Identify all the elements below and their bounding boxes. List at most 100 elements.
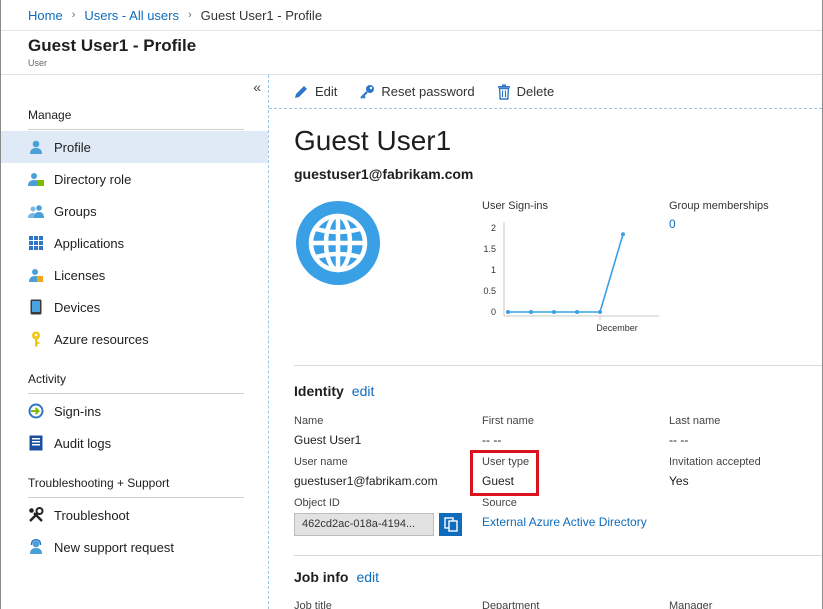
name-label: Name [294,415,324,427]
sidebar-item-label: Devices [54,299,101,315]
section-divider [28,129,244,130]
breadcrumb-home-link[interactable]: Home [28,8,63,23]
job-title-label: Job title [294,600,332,609]
job-info-section-title: Job info edit [294,569,379,585]
sidebar-item-label: Profile [54,139,91,155]
copy-icon [443,517,458,532]
chart-y-tick-label: 0.5 [483,286,496,296]
department-label: Department [482,600,540,609]
command-bar: Edit Reset password Delete [269,75,822,109]
group-memberships-count-link[interactable]: 0 [669,217,676,231]
breadcrumb-current: Guest User1 - Profile [200,7,323,23]
invitation-accepted-label: Invitation accepted [669,456,761,468]
sidebar-item-troubleshoot[interactable]: Troubleshoot [1,499,268,531]
sidebar-item-licenses[interactable]: Licenses [1,259,268,291]
sidebar-item-sign-ins[interactable]: Sign-ins [1,395,268,427]
edit-button-label: Edit [315,84,338,99]
chart-point [598,310,602,314]
user-name-value: guestuser1@fabrikam.com [294,474,438,488]
last-name-value: -- -- [669,433,689,447]
role-icon [28,171,44,187]
chart-x-tick-label: December [596,323,638,333]
portal-window: Home › Users - All users › Guest User1 -… [0,0,823,609]
sidebar-item-label: Audit logs [54,435,112,451]
page-title: Guest User1 - Profile [28,36,197,55]
group-memberships-label: Group memberships [669,200,769,212]
object-id-label: Object ID [294,497,340,509]
sidebar-item-label: Groups [54,203,97,219]
sidebar-item-applications[interactable]: Applications [1,227,268,259]
job-info-edit-link[interactable]: edit [356,569,379,585]
identity-title: Identity [294,383,344,399]
page-subtitle: User [28,58,48,68]
identity-edit-link[interactable]: edit [352,383,375,399]
user-name-label: User name [294,456,348,468]
device-icon [28,299,44,315]
first-name-label: First name [482,415,534,427]
breadcrumb-users-link[interactable]: Users - All users [84,8,179,23]
job-info-title: Job info [294,569,349,585]
collapse-sidebar-button[interactable]: « [253,79,261,95]
chart-point [529,310,533,314]
source-value-link[interactable]: External Azure Active Directory [482,515,647,529]
name-value: Guest User1 [294,433,362,447]
apps-grid-icon [28,235,44,251]
section-divider [294,555,822,556]
groups-icon [28,203,44,219]
sidebar-item-devices[interactable]: Devices [1,291,268,323]
audit-log-icon [28,435,44,451]
sidebar-item-azure-resources[interactable]: Azure resources [1,323,268,355]
key-icon [360,84,375,99]
chart-point [575,310,579,314]
chart-y-tick-label: 1.5 [483,244,496,254]
section-troubleshooting-title: Troubleshooting + Support [28,476,170,490]
copy-object-id-button[interactable] [439,513,462,536]
sign-ins-chart[interactable]: 2 1.5 1 0.5 0 December [474,215,664,343]
chart-point [552,310,556,314]
pencil-icon [295,85,307,98]
sidebar-item-directory-role[interactable]: Directory role [1,163,268,195]
section-divider [28,497,244,498]
chart-series-line [508,234,624,313]
delete-button[interactable]: Delete [497,84,555,100]
identity-section-title: Identity edit [294,383,374,399]
key-icon [28,331,44,347]
sidebar-item-label: Troubleshoot [54,507,130,523]
sidebar-item-groups[interactable]: Groups [1,195,268,227]
trash-icon [497,84,510,100]
source-label: Source [482,497,517,509]
edit-button[interactable]: Edit [293,84,337,100]
sidebar-item-label: Applications [54,235,125,251]
object-id-field[interactable]: 462cd2ac-018a-4194... [294,513,434,536]
sidebar-item-audit-logs[interactable]: Audit logs [1,427,268,459]
wrench-icon [28,507,44,523]
section-divider [294,365,822,366]
chart-y-tick-label: 1 [491,265,496,275]
section-manage-title: Manage [28,108,72,122]
first-name-value: -- -- [482,433,502,447]
sidebar: « Manage Profile Directory role Groups A… [1,75,269,609]
delete-button-label: Delete [516,84,555,99]
sidebar-item-label: Sign-ins [54,403,101,419]
sidebar-item-label: Azure resources [54,331,149,347]
invitation-accepted-value: Yes [669,474,689,488]
user-email: guestuser1@fabrikam.com [294,166,474,182]
chart-title: User Sign-ins [482,200,549,212]
user-type-highlight [470,450,539,496]
blade-header: Guest User1 - Profile User [1,31,822,75]
profile-content: Guest User1 guestuser1@fabrikam.com User… [269,109,822,609]
section-activity-title: Activity [28,372,67,386]
chart-y-tick-label: 0 [491,307,496,317]
sidebar-item-new-support-request[interactable]: New support request [1,531,268,563]
sidebar-item-label: Directory role [54,171,132,187]
breadcrumb-separator: › [71,9,76,21]
reset-password-button[interactable]: Reset password [359,84,475,100]
sidebar-item-label: New support request [54,539,174,555]
globe-icon [294,199,382,287]
section-divider [28,393,244,394]
support-icon [28,539,44,555]
user-icon [28,139,44,155]
sidebar-item-profile[interactable]: Profile [1,131,268,163]
chart-y-tick-label: 2 [491,223,496,233]
license-icon [28,267,44,283]
